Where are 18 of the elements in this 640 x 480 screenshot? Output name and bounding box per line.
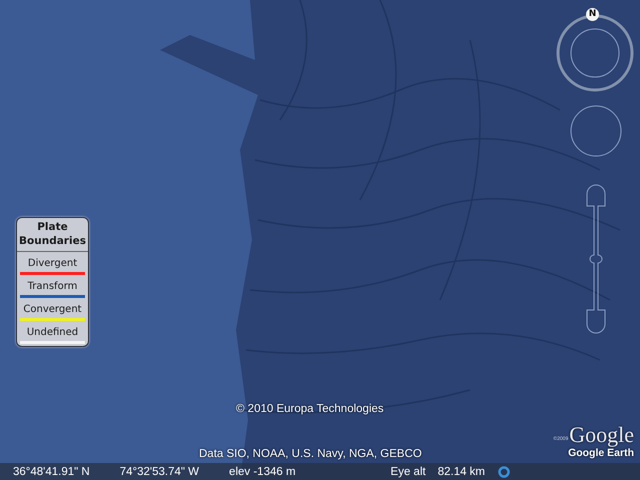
legend-label: Convergent (22, 303, 83, 316)
attribution-text: © 2010 Europa Technologies (236, 403, 384, 415)
eye-alt-label: Eye alt (390, 466, 426, 478)
latitude-text: 36°48'41.91" N (13, 466, 90, 478)
look-joystick-icon[interactable] (570, 105, 622, 157)
legend-label: Undefined (26, 326, 80, 339)
zoom-slider-icon[interactable] (585, 186, 607, 332)
eye-alt-value: 82.14 km (438, 466, 486, 478)
longitude-text: 74°32'53.74" W (120, 466, 200, 478)
legend-label: Transform (26, 280, 78, 293)
elevation-text: elev -1346 m (229, 466, 296, 478)
legend-label: Divergent (26, 257, 78, 270)
data-credit-text: Data SIO, NOAA, U.S. Navy, NGA, GEBCO (199, 448, 422, 460)
compass-ring-icon[interactable] (556, 14, 634, 92)
legend-title: Plate Boundaries (17, 218, 88, 252)
logo-text: Google (569, 423, 634, 447)
product-name: Google Earth (568, 447, 634, 459)
streaming-ring-icon (498, 466, 510, 478)
